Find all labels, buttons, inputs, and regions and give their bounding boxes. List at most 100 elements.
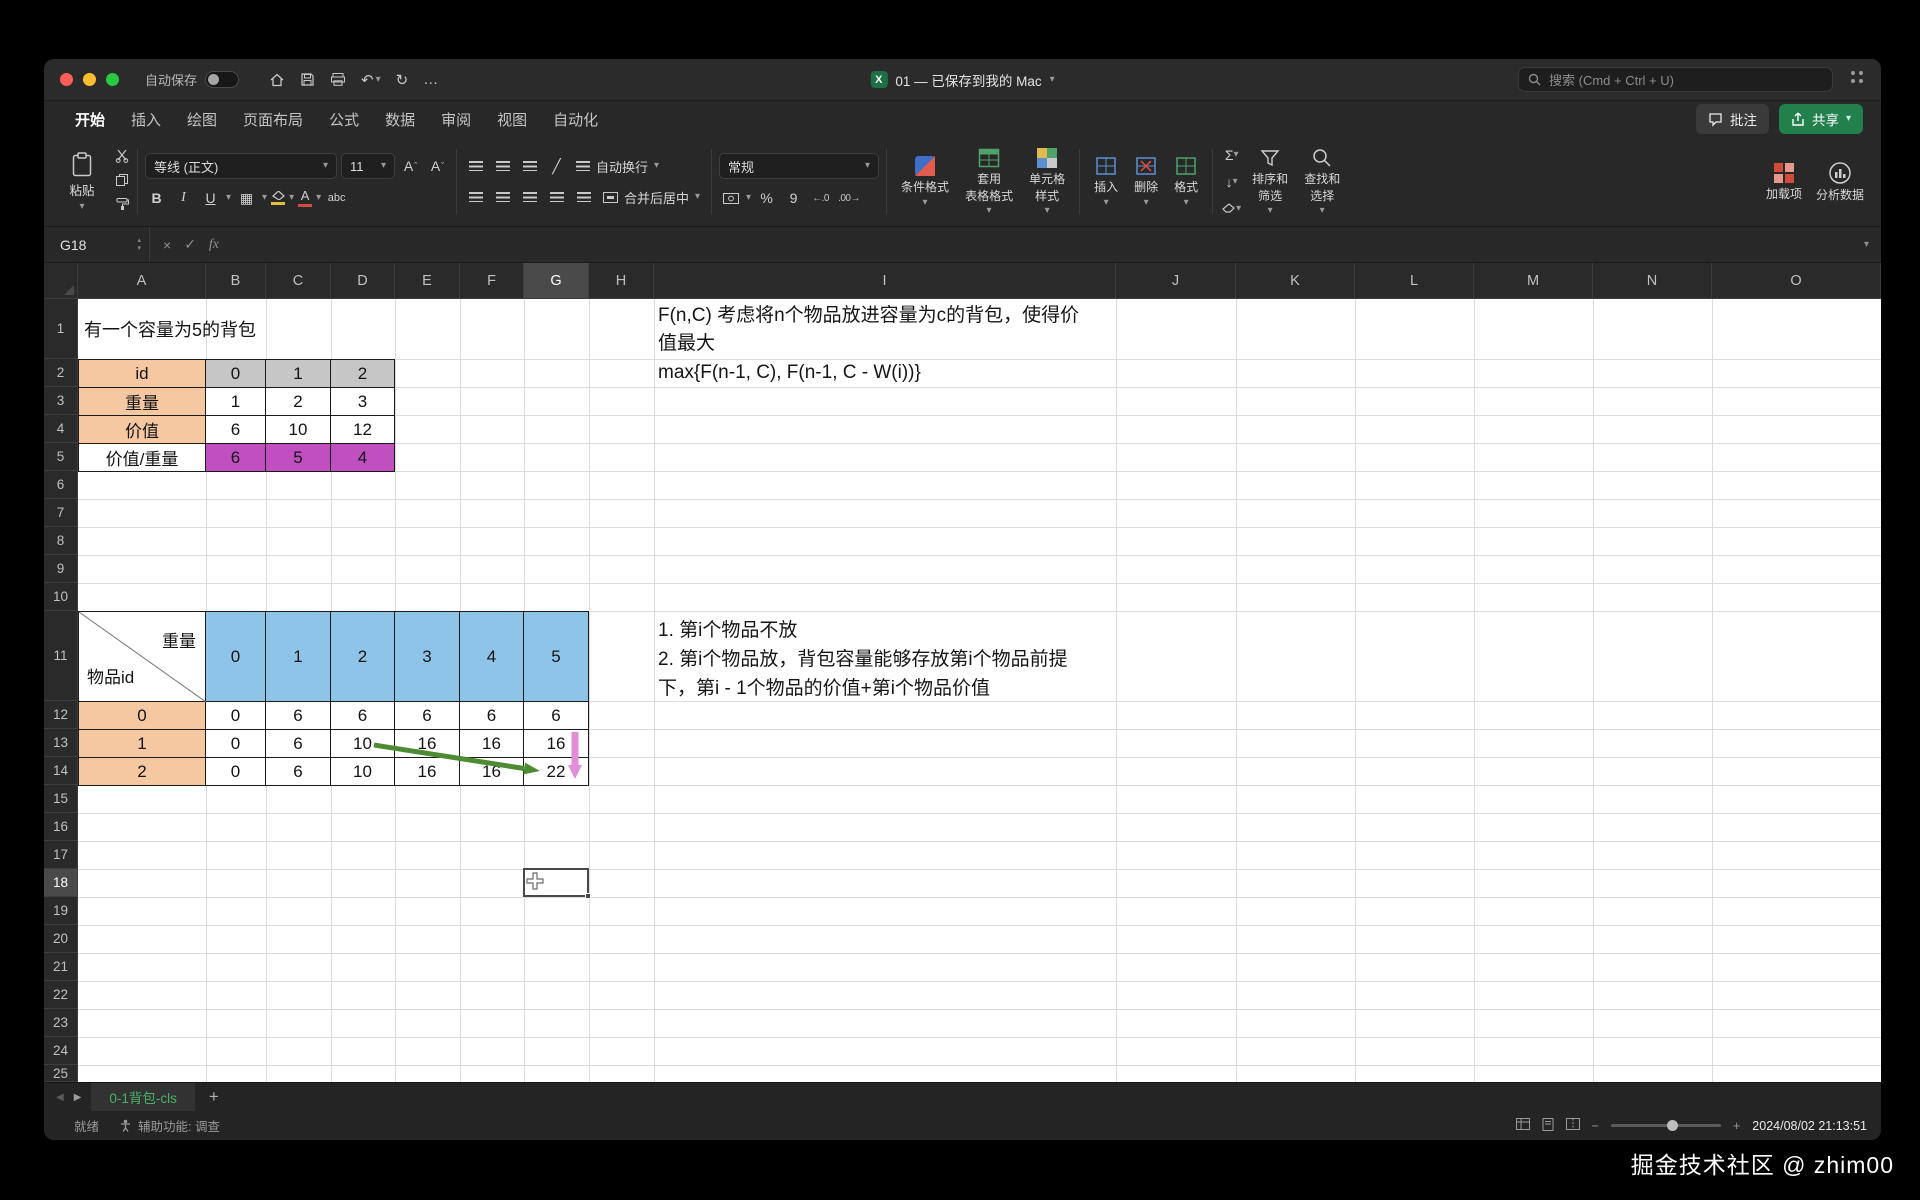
page-break-view-icon[interactable] bbox=[1566, 1118, 1580, 1133]
row-header[interactable]: 7 bbox=[44, 499, 77, 527]
formula-bar-expand-icon[interactable]: ▾ bbox=[1852, 240, 1881, 250]
dp-row-label[interactable]: 2 bbox=[79, 758, 206, 786]
cut-button[interactable] bbox=[114, 148, 130, 167]
apps-icon[interactable] bbox=[1849, 69, 1865, 90]
confirm-entry-icon[interactable]: ✓ bbox=[184, 236, 196, 253]
align-right-button[interactable] bbox=[518, 185, 541, 209]
column-header[interactable]: B bbox=[206, 263, 266, 298]
column-header[interactable]: O bbox=[1712, 263, 1881, 298]
formula-input[interactable] bbox=[232, 227, 1852, 262]
undo-icon[interactable]: ↶▾ bbox=[361, 71, 381, 89]
ribbon-tab[interactable]: 插入 bbox=[118, 103, 174, 136]
number-format-select[interactable]: 常规▾ bbox=[719, 153, 879, 179]
cell[interactable]: 16 bbox=[395, 730, 460, 758]
column-header[interactable]: J bbox=[1116, 263, 1236, 298]
cell[interactable]: 0 bbox=[206, 758, 266, 786]
align-middle-button[interactable] bbox=[491, 154, 514, 178]
cell[interactable]: 6 bbox=[266, 758, 331, 786]
cell[interactable]: 6 bbox=[206, 416, 266, 444]
capacity-header[interactable]: 3 bbox=[395, 612, 460, 702]
cell[interactable]: 10 bbox=[331, 758, 395, 786]
ribbon-tab[interactable]: 公式 bbox=[316, 103, 372, 136]
align-bottom-button[interactable] bbox=[518, 154, 541, 178]
add-sheet-button[interactable]: + bbox=[209, 1087, 219, 1107]
cell[interactable]: 6 bbox=[331, 702, 395, 730]
cell-value-label[interactable]: 价值 bbox=[79, 416, 206, 444]
row-header[interactable]: 20 bbox=[44, 925, 77, 953]
row-header[interactable]: 2 bbox=[44, 359, 77, 387]
row-header[interactable]: 14 bbox=[44, 757, 77, 785]
comma-style-button[interactable]: 9 bbox=[782, 186, 805, 210]
autosave-toggle[interactable] bbox=[205, 71, 239, 88]
row-header[interactable]: 13 bbox=[44, 729, 77, 757]
cell[interactable]: 22 bbox=[524, 758, 589, 786]
paste-button[interactable]: 粘贴 ▾ bbox=[54, 152, 110, 212]
shrink-font-button[interactable]: Aˇ bbox=[426, 154, 449, 178]
cell[interactable]: 6 bbox=[524, 702, 589, 730]
align-center-button[interactable] bbox=[491, 185, 514, 209]
row-header[interactable]: 24 bbox=[44, 1037, 77, 1065]
row-header[interactable]: 3 bbox=[44, 387, 77, 415]
minimize-window-button[interactable] bbox=[83, 73, 96, 86]
column-header[interactable]: M bbox=[1474, 263, 1593, 298]
title-chevron-down-icon[interactable]: ▾ bbox=[1050, 75, 1055, 85]
cell[interactable]: 12 bbox=[331, 416, 395, 444]
row-header[interactable]: 9 bbox=[44, 555, 77, 583]
ribbon-tab[interactable]: 开始 bbox=[62, 103, 118, 136]
zoom-out-icon[interactable]: − bbox=[1592, 1119, 1599, 1133]
underline-button[interactable]: U bbox=[199, 186, 222, 210]
zoom-knob[interactable] bbox=[1667, 1120, 1678, 1131]
cell-styles-button[interactable]: 单元格样式▾ bbox=[1022, 147, 1072, 217]
copy-button[interactable] bbox=[114, 172, 130, 191]
cell[interactable]: 2 bbox=[331, 360, 395, 388]
cell-id-label[interactable]: id bbox=[79, 360, 206, 388]
normal-view-icon[interactable] bbox=[1516, 1118, 1530, 1133]
cell[interactable]: 3 bbox=[331, 388, 395, 416]
decrease-decimal-button[interactable]: .00→ bbox=[836, 186, 862, 210]
cell[interactable]: 10 bbox=[331, 730, 395, 758]
cell-i1-note[interactable]: F(n,C) 考虑将n个物品放进容量为c的背包，使得价值最大 bbox=[658, 302, 1094, 358]
fill-color-button[interactable] bbox=[271, 186, 285, 210]
orientation-button[interactable]: ╱ bbox=[545, 154, 568, 178]
capacity-header[interactable]: 1 bbox=[266, 612, 331, 702]
cell[interactable]: 6 bbox=[266, 702, 331, 730]
phonetic-button[interactable]: abc bbox=[325, 186, 348, 210]
column-header[interactable]: G bbox=[524, 263, 589, 298]
zoom-in-icon[interactable]: + bbox=[1733, 1119, 1740, 1133]
cell[interactable]: 0 bbox=[206, 730, 266, 758]
ribbon-tab[interactable]: 视图 bbox=[484, 103, 540, 136]
cell[interactable]: 16 bbox=[524, 730, 589, 758]
fill-handle[interactable] bbox=[585, 893, 591, 899]
search-input[interactable]: 搜索 (Cmd + Ctrl + U) bbox=[1518, 67, 1833, 92]
row-header[interactable]: 8 bbox=[44, 527, 77, 555]
delete-cells-button[interactable]: 删除▾ bbox=[1127, 155, 1165, 207]
fill-button[interactable]: ↓▾ bbox=[1220, 170, 1243, 194]
comments-button[interactable]: 批注 bbox=[1696, 104, 1769, 134]
decrease-indent-button[interactable] bbox=[545, 185, 568, 209]
capacity-header[interactable]: 0 bbox=[206, 612, 266, 702]
font-color-button[interactable]: A bbox=[298, 186, 312, 210]
font-name-select[interactable]: 等线 (正文)▾ bbox=[145, 153, 337, 179]
worksheet-grid[interactable]: 有一个容量为5的背包 F(n,C) 考虑将n个物品放进容量为c的背包，使得价值最… bbox=[78, 299, 1881, 1082]
capacity-header[interactable]: 5 bbox=[524, 612, 589, 702]
next-sheet-icon[interactable]: ▶ bbox=[74, 1092, 82, 1103]
share-button[interactable]: 共享 ▾ bbox=[1779, 104, 1863, 134]
wrap-text-button[interactable]: 自动换行▾ bbox=[572, 157, 663, 176]
row-header[interactable]: 1 bbox=[44, 299, 77, 359]
analyze-data-button[interactable]: 分析数据 bbox=[1809, 161, 1871, 202]
cancel-entry-icon[interactable]: × bbox=[163, 237, 171, 253]
prev-sheet-icon[interactable]: ◀ bbox=[56, 1092, 64, 1103]
percent-style-button[interactable]: % bbox=[755, 186, 778, 210]
column-header[interactable]: L bbox=[1355, 263, 1474, 298]
cell[interactable]: 16 bbox=[460, 758, 524, 786]
row-header[interactable]: 18 bbox=[44, 869, 77, 897]
row-header[interactable]: 16 bbox=[44, 813, 77, 841]
column-header[interactable]: A bbox=[78, 263, 206, 298]
cell[interactable]: 16 bbox=[460, 730, 524, 758]
dp-row-label[interactable]: 1 bbox=[79, 730, 206, 758]
row-header[interactable]: 25 bbox=[44, 1065, 77, 1082]
increase-indent-button[interactable] bbox=[572, 185, 595, 209]
save-icon[interactable] bbox=[300, 72, 315, 87]
column-header[interactable]: K bbox=[1236, 263, 1355, 298]
home-icon[interactable] bbox=[269, 72, 285, 88]
